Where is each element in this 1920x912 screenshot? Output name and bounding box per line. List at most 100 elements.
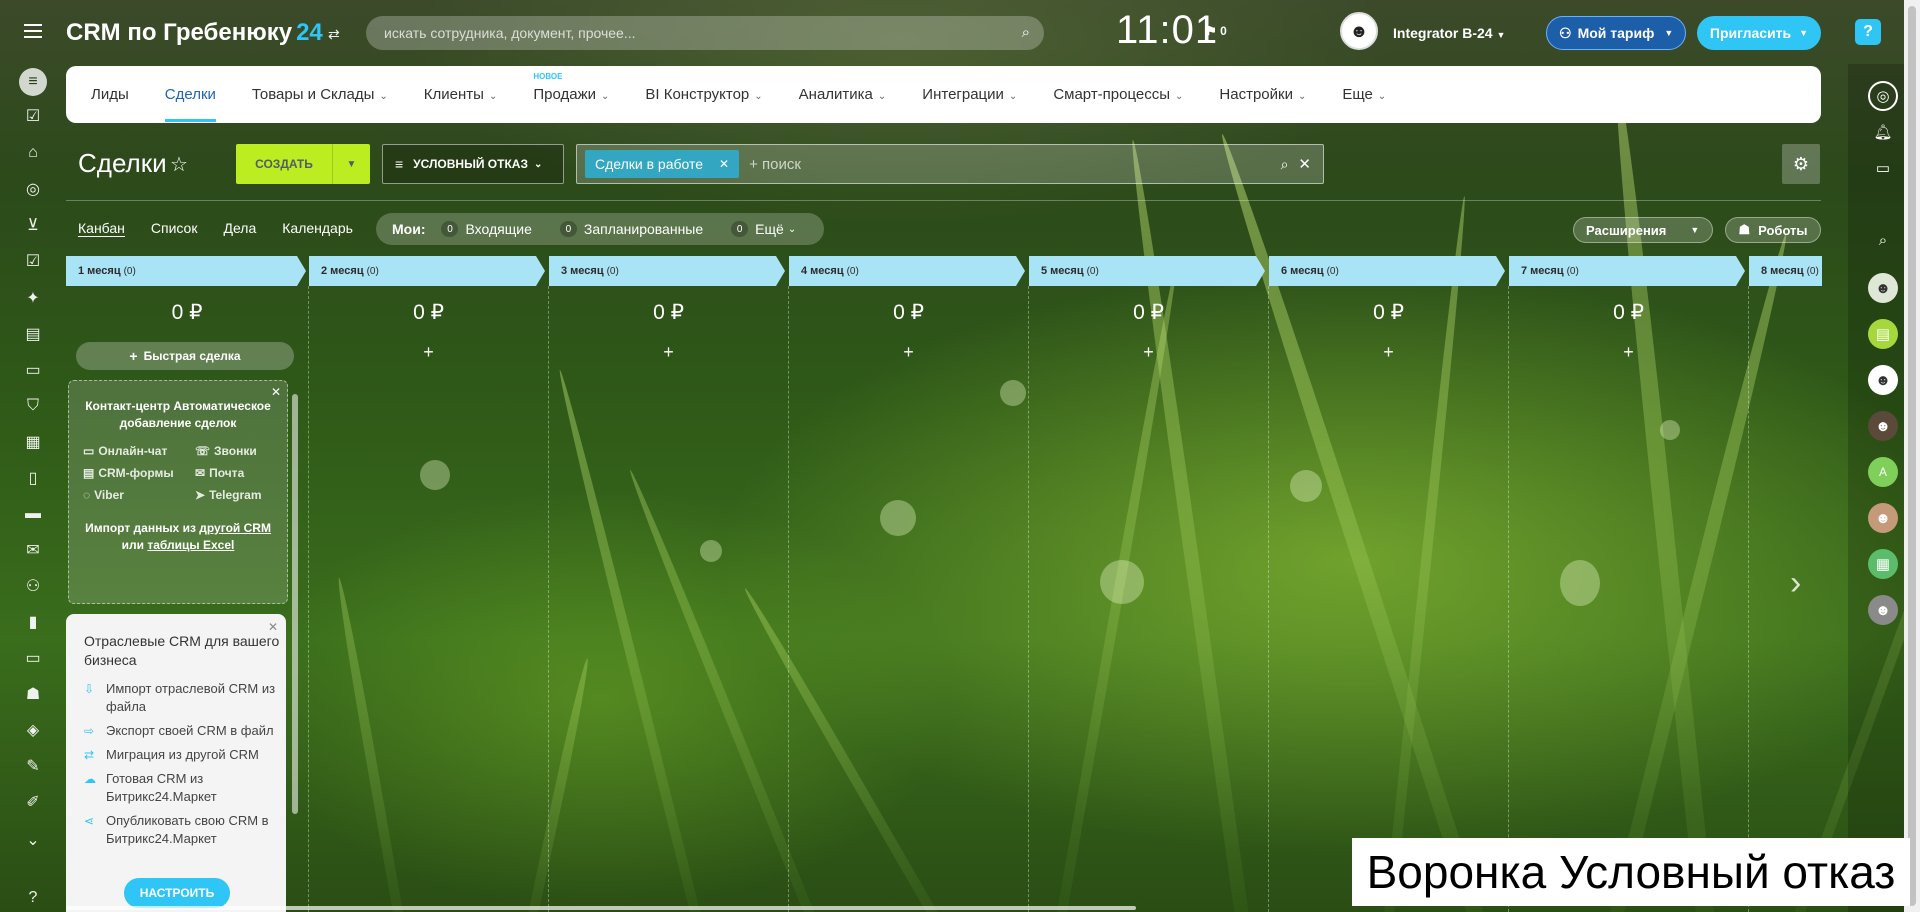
nav-analytics[interactable]: Аналитика ⌄ <box>799 86 887 103</box>
sidebar-share-icon[interactable]: ✦ <box>21 286 45 310</box>
channel-viber[interactable]: ◌ Viber <box>83 488 195 502</box>
sidebar-shield-icon[interactable]: ⛉ <box>21 394 45 418</box>
right-copilot-icon[interactable]: ◎ <box>1868 81 1898 111</box>
horizontal-scrollbar[interactable] <box>66 906 1136 910</box>
close-icon[interactable]: ✕ <box>271 385 281 399</box>
add-deal-button[interactable]: + <box>549 342 788 363</box>
channel-calls[interactable]: ☏ Звонки <box>195 444 295 458</box>
industry-action-publish[interactable]: ⋖ Опубликовать свою CRM в Битрикс24.Марке… <box>84 812 286 848</box>
create-button[interactable]: СОЗДАТЬ ▼ <box>236 144 370 184</box>
right-sheet-icon[interactable]: ▦ <box>1868 549 1898 579</box>
right-avatar-2[interactable]: ☻ <box>1868 365 1898 395</box>
nav-sales[interactable]: новое Продажи ⌄ <box>533 72 609 103</box>
stage-header[interactable]: 7 месяц (0) <box>1509 256 1745 286</box>
sidebar-tasks-icon[interactable]: ☑ <box>21 104 45 128</box>
stage-header[interactable]: 6 месяц (0) <box>1269 256 1505 286</box>
portal-title[interactable]: CRM по Гребенюку 24 <box>66 19 323 47</box>
channel-telegram[interactable]: ➤ Telegram <box>195 488 295 502</box>
sidebar-help-icon[interactable]: ? <box>21 886 45 910</box>
global-search-input[interactable] <box>366 16 966 50</box>
sidebar-edit-icon[interactable]: ✎ <box>21 754 45 778</box>
global-search[interactable]: ⌕ <box>366 16 1044 50</box>
add-deal-button[interactable]: + <box>1509 342 1748 363</box>
setup-button[interactable]: НАСТРОИТЬ <box>124 878 230 908</box>
right-bell-icon[interactable]: 🔔︎ <box>1868 117 1898 147</box>
sidebar-mail-icon[interactable]: ✉ <box>21 538 45 562</box>
clear-icon[interactable]: ✕ <box>1298 155 1311 173</box>
sidebar-drive-icon[interactable]: ▬ <box>21 502 45 526</box>
nav-settings[interactable]: Настройки ⌄ <box>1219 86 1306 103</box>
add-deal-button[interactable]: + <box>789 342 1028 363</box>
add-deal-button[interactable]: + <box>1029 342 1268 363</box>
sidebar-pen-icon[interactable]: ✐ <box>21 790 45 814</box>
import-crm-link[interactable]: другой CRM <box>199 521 271 535</box>
channel-mail[interactable]: ✉ Почта <box>195 466 295 480</box>
industry-action-export[interactable]: ⇨ Экспорт своей CRM в файл <box>84 722 286 740</box>
stage-header[interactable]: 2 месяц (0) <box>309 256 545 286</box>
stage-header[interactable]: 5 месяц (0) <box>1029 256 1265 286</box>
sidebar-feed-icon[interactable]: ▤ <box>21 322 45 346</box>
add-deal-button[interactable]: + <box>1269 342 1508 363</box>
help-button[interactable]: ? <box>1855 19 1881 45</box>
industry-action-import[interactable]: ⇩ Импорт отраслевой CRM из файла <box>84 680 286 716</box>
close-icon[interactable]: ✕ <box>719 157 729 171</box>
view-calendar[interactable]: Календарь <box>282 220 353 237</box>
right-avatar-5[interactable]: ☻ <box>1868 595 1898 625</box>
sidebar-checkbox-icon[interactable]: ☑ <box>21 249 45 273</box>
counter-planned[interactable]: 0 Запланированные <box>559 221 703 237</box>
sidebar-target-icon[interactable]: ◎ <box>21 177 45 201</box>
sidebar-cart-icon[interactable]: ⊻ <box>21 213 45 237</box>
search-icon[interactable]: ⌕ <box>1281 156 1289 173</box>
view-kanban[interactable]: Канбан <box>78 220 125 237</box>
nav-deals[interactable]: Сделки <box>164 86 217 122</box>
sidebar-more-icon[interactable]: ⌄ <box>21 828 45 852</box>
nav-integrations[interactable]: Интеграции ⌄ <box>922 86 1017 103</box>
view-list[interactable]: Список <box>151 220 198 237</box>
filter-search[interactable]: Сделки в работе ✕ ⌕ ✕ <box>576 144 1324 184</box>
stage-header[interactable]: 4 месяц (0) <box>789 256 1025 286</box>
nav-clients[interactable]: Клиенты ⌄ <box>424 86 498 103</box>
chevron-down-icon[interactable]: ▼ <box>1690 225 1699 235</box>
chevron-down-icon[interactable]: ▼ <box>332 144 370 184</box>
counter-incoming[interactable]: 0 Входящие <box>441 221 532 237</box>
nav-smart-processes[interactable]: Смарт-процессы ⌄ <box>1053 86 1183 103</box>
search-icon[interactable]: ⌕ <box>1022 24 1030 41</box>
chevron-right-icon[interactable]: › <box>1790 564 1801 603</box>
stage-header[interactable]: 3 месяц (0) <box>549 256 785 286</box>
page-scrollbar[interactable] <box>1904 0 1920 912</box>
user-avatar[interactable]: ☻ <box>1340 12 1378 50</box>
nav-bi-builder[interactable]: BI Конструктор ⌄ <box>645 86 762 103</box>
right-avatar-a[interactable]: A <box>1868 457 1898 487</box>
sidebar-calendar-icon[interactable]: ▦ <box>21 430 45 454</box>
sidebar-analytics-icon[interactable]: ▮ <box>21 610 45 634</box>
robots-button[interactable]: ☗ Роботы <box>1725 217 1821 243</box>
counter-more[interactable]: 0 Ещё ⌄ <box>731 221 796 237</box>
funnel-selector[interactable]: ≡ УСЛОВНЫЙ ОТКАЗ ⌄ <box>382 144 564 184</box>
column-scrollbar[interactable] <box>292 384 300 904</box>
sidebar-users-icon[interactable]: ⚇ <box>21 574 45 598</box>
right-chat-green-icon[interactable]: ▤ <box>1868 319 1898 349</box>
sidebar-bank-icon[interactable]: ⌂ <box>21 141 45 165</box>
import-excel-link[interactable]: таблицы Excel <box>147 538 234 552</box>
star-icon[interactable]: ☆ <box>170 152 188 177</box>
nav-more[interactable]: Еще ⌄ <box>1342 86 1386 103</box>
tariff-button[interactable]: ⚇ Мой тариф ▼ <box>1546 16 1686 50</box>
sidebar-id-card-icon[interactable]: ▭ <box>21 646 45 670</box>
sidebar-box-icon[interactable]: ◈ <box>21 718 45 742</box>
extensions-button[interactable]: Расширения ▼ <box>1573 217 1713 243</box>
sidebar-robot-icon[interactable]: ☗ <box>21 682 45 706</box>
close-icon[interactable]: ✕ <box>268 620 278 634</box>
sidebar-document-icon[interactable]: ▯ <box>21 466 45 490</box>
view-activities[interactable]: Дела <box>223 220 256 237</box>
channel-online-chat[interactable]: ▭ Онлайн-чат <box>83 444 195 458</box>
channel-crm-forms[interactable]: ▤ CRM-формы <box>83 466 195 480</box>
right-avatar-3[interactable]: ☻ <box>1868 411 1898 441</box>
flag-counter[interactable]: ⚑ 0 <box>1206 24 1227 38</box>
stage-header[interactable]: 8 месяц (0) <box>1749 256 1822 286</box>
industry-action-migrate[interactable]: ⇄ Миграция из другой CRM <box>84 746 286 764</box>
sidebar-crm-icon[interactable]: ≡ <box>19 68 47 96</box>
stage-header[interactable]: 1 месяц (0) <box>66 256 306 286</box>
invite-button[interactable]: Пригласить ▼ <box>1697 16 1821 50</box>
scrollbar-thumb[interactable] <box>1908 6 1916 906</box>
quick-deal-button[interactable]: + Быстрая сделка <box>76 342 294 370</box>
